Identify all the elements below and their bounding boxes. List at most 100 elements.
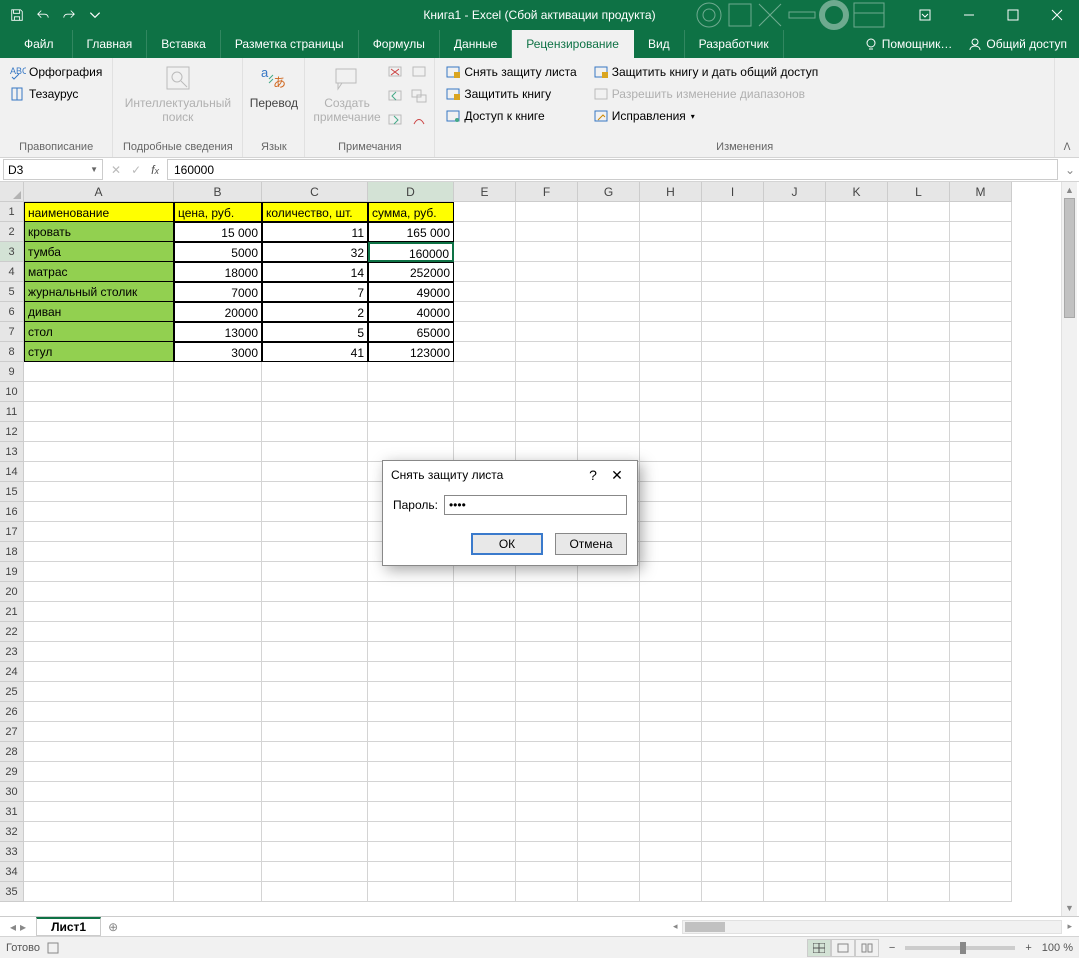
cell[interactable] [516, 382, 578, 402]
cell[interactable] [640, 202, 702, 222]
sheet-tab-active[interactable]: Лист1 [36, 917, 101, 936]
cell[interactable] [764, 742, 826, 762]
cell[interactable] [950, 862, 1012, 882]
cell[interactable] [888, 602, 950, 622]
cell[interactable] [950, 402, 1012, 422]
cell[interactable] [826, 322, 888, 342]
cell[interactable] [368, 422, 454, 442]
cell[interactable] [174, 422, 262, 442]
cell[interactable] [24, 562, 174, 582]
cell[interactable] [950, 282, 1012, 302]
cell[interactable] [888, 262, 950, 282]
cell[interactable]: 13000 [174, 322, 262, 342]
cell[interactable] [454, 342, 516, 362]
cell[interactable] [262, 422, 368, 442]
cell[interactable] [454, 202, 516, 222]
cell[interactable] [24, 662, 174, 682]
cell[interactable] [24, 722, 174, 742]
column-header[interactable]: F [516, 182, 578, 202]
cell[interactable] [764, 562, 826, 582]
cell[interactable] [950, 762, 1012, 782]
cell[interactable] [174, 462, 262, 482]
thesaurus-button[interactable]: Тезаурус [8, 84, 104, 104]
cell[interactable] [950, 442, 1012, 462]
hscroll-right[interactable]: ▸ [1064, 921, 1075, 932]
tab-home[interactable]: Главная [73, 30, 148, 58]
cell[interactable] [702, 402, 764, 422]
cell[interactable] [702, 242, 764, 262]
cell[interactable] [578, 422, 640, 442]
cell[interactable] [578, 602, 640, 622]
redo-icon[interactable] [58, 4, 80, 26]
qat-customize-icon[interactable] [84, 4, 106, 26]
cell[interactable] [826, 382, 888, 402]
collapse-ribbon-button[interactable]: ᐱ [1055, 58, 1079, 157]
cell[interactable] [640, 362, 702, 382]
cell[interactable] [888, 302, 950, 322]
cell[interactable] [950, 522, 1012, 542]
cell[interactable]: 40000 [368, 302, 454, 322]
cell[interactable] [516, 242, 578, 262]
cell[interactable] [764, 282, 826, 302]
cell[interactable] [888, 382, 950, 402]
row-header[interactable]: 15 [0, 482, 24, 502]
cell[interactable] [640, 602, 702, 622]
cell[interactable] [24, 702, 174, 722]
cell[interactable] [702, 842, 764, 862]
cell[interactable]: 7 [262, 282, 368, 302]
cell[interactable]: 160000 [368, 242, 454, 262]
cell[interactable] [888, 862, 950, 882]
cell[interactable] [24, 822, 174, 842]
cell[interactable] [368, 802, 454, 822]
select-all-corner[interactable] [0, 182, 24, 202]
row-header[interactable]: 8 [0, 342, 24, 362]
cell[interactable] [174, 662, 262, 682]
hscroll-thumb[interactable] [685, 922, 725, 932]
cell[interactable] [24, 862, 174, 882]
cell[interactable] [640, 842, 702, 862]
cell[interactable] [640, 802, 702, 822]
cancel-formula-icon[interactable]: ✕ [111, 163, 121, 177]
cell[interactable] [516, 722, 578, 742]
cell[interactable]: 11 [262, 222, 368, 242]
tab-insert[interactable]: Вставка [147, 30, 221, 58]
cell[interactable] [950, 382, 1012, 402]
cell[interactable]: кровать [24, 222, 174, 242]
cell[interactable] [578, 202, 640, 222]
cell[interactable] [640, 762, 702, 782]
row-header[interactable]: 9 [0, 362, 24, 382]
cell[interactable] [368, 762, 454, 782]
cell[interactable] [174, 822, 262, 842]
cell[interactable] [174, 782, 262, 802]
cell[interactable] [454, 262, 516, 282]
cell[interactable] [950, 342, 1012, 362]
cell[interactable] [516, 302, 578, 322]
cell[interactable] [578, 402, 640, 422]
cell[interactable] [24, 762, 174, 782]
save-icon[interactable] [6, 4, 28, 26]
cell[interactable] [640, 402, 702, 422]
cell[interactable] [764, 822, 826, 842]
cell[interactable] [950, 702, 1012, 722]
cell[interactable] [826, 622, 888, 642]
cell[interactable] [174, 442, 262, 462]
cell[interactable] [640, 382, 702, 402]
cell[interactable] [826, 782, 888, 802]
cell[interactable] [826, 722, 888, 742]
cell[interactable]: 123000 [368, 342, 454, 362]
expand-formula-bar[interactable]: ⌄ [1061, 158, 1079, 181]
cell[interactable] [764, 602, 826, 622]
cell[interactable] [174, 602, 262, 622]
cell[interactable] [24, 402, 174, 422]
cell[interactable] [578, 862, 640, 882]
cell[interactable] [516, 442, 578, 462]
cell[interactable] [826, 662, 888, 682]
cell[interactable] [826, 262, 888, 282]
cell[interactable] [702, 282, 764, 302]
cell[interactable]: стул [24, 342, 174, 362]
cell[interactable] [950, 602, 1012, 622]
cell[interactable] [368, 722, 454, 742]
cell[interactable] [174, 562, 262, 582]
cell[interactable] [826, 582, 888, 602]
cell[interactable]: стол [24, 322, 174, 342]
